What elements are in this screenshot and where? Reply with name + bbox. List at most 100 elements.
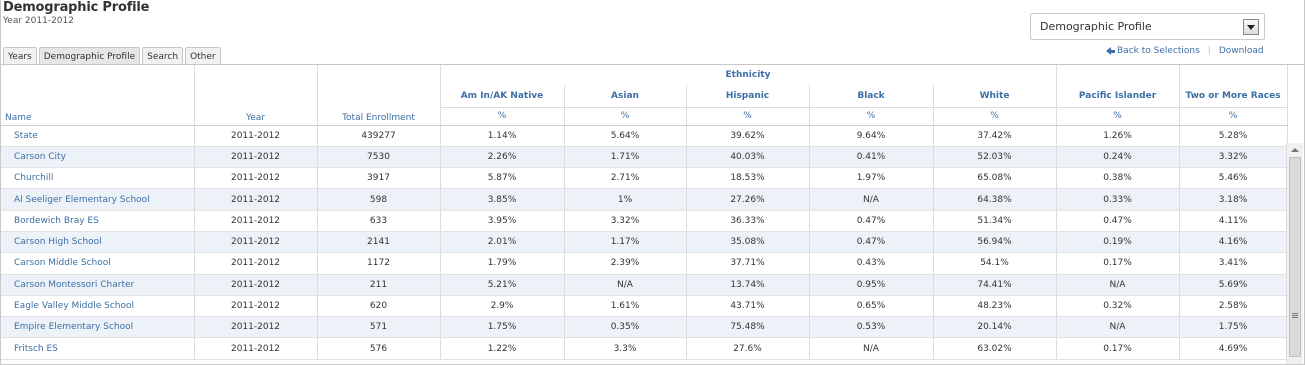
row-percent-value: 2.01% xyxy=(440,231,565,254)
tab-search[interactable]: Search xyxy=(142,47,184,65)
vertical-scrollbar[interactable] xyxy=(1286,143,1303,364)
profile-dropdown[interactable]: Demographic Profile xyxy=(1030,13,1265,40)
col-header-ethnicity[interactable]: Am In/AK Native xyxy=(440,85,565,107)
col-header-ethnicity[interactable]: Asian xyxy=(564,85,687,107)
row-name-link[interactable]: Bordewich Bray ES xyxy=(1,210,195,232)
col-header-ethnicity[interactable]: White xyxy=(933,85,1057,107)
row-percent-value: 2.9% xyxy=(440,295,565,318)
table-row[interactable]: Churchill 2011-2012 3917 5.87% 2.71% 18.53% 1.… xyxy=(1,167,1288,190)
table-row[interactable]: Fritsch ES 2011-2012 576 1.22% 3.3% 27.6% N/A 6… xyxy=(1,337,1288,360)
row-percent-value: 48.23% xyxy=(933,295,1057,318)
row-enrollment: 439277 xyxy=(317,125,441,147)
row-percent-value: 18.53% xyxy=(686,167,810,190)
row-year: 2011-2012 xyxy=(194,316,318,339)
col-header-enrollment[interactable]: Total Enrollment xyxy=(317,65,441,126)
row-name-link[interactable]: Carson City xyxy=(1,146,195,169)
data-table-container: Name Year Total Enrollment Ethnicity Am … xyxy=(1,64,1304,364)
table-row[interactable]: Carson High School 2011-2012 2141 2.01% 1.17… xyxy=(1,231,1288,254)
row-name-link[interactable]: Carson High School xyxy=(1,231,195,254)
row-percent-value: 0.65% xyxy=(809,295,934,318)
row-percent-value: 3.18% xyxy=(1179,188,1288,211)
table-row[interactable]: State 2011-2012 439277 1.14% 5.64% 39.62% 9.64… xyxy=(1,125,1288,147)
group-header-ethnicity: Ethnicity xyxy=(440,65,1057,85)
table-row[interactable]: Empire Elementary School 2011-2012 571 1.75… xyxy=(1,316,1288,339)
row-name-link[interactable]: Empire Elementary School xyxy=(1,316,195,339)
row-percent-value: 1.17% xyxy=(564,231,687,254)
page-title: Demographic Profile xyxy=(3,0,150,15)
row-percent-value: 37.71% xyxy=(686,252,810,275)
scroll-up-icon[interactable] xyxy=(1291,148,1299,152)
col-header-year[interactable]: Year xyxy=(194,65,318,126)
row-percent-value: 2.39% xyxy=(564,252,687,275)
chevron-down-icon[interactable] xyxy=(1243,19,1259,35)
tab-bar: Years Demographic Profile Search Other xyxy=(3,47,221,65)
table-row[interactable]: Eagle Valley Middle School 2011-2012 620 2.… xyxy=(1,295,1288,318)
row-year: 2011-2012 xyxy=(194,188,318,211)
table-row[interactable]: Al Seeliger Elementary School 2011-2012 59… xyxy=(1,188,1288,211)
row-percent-value: 0.19% xyxy=(1056,231,1180,254)
row-year: 2011-2012 xyxy=(194,146,318,169)
row-percent-value: 9.64% xyxy=(809,125,934,147)
table-row[interactable]: Carson Montessori Charter 2011-2012 211 5.2… xyxy=(1,274,1288,296)
col-header-percent: % xyxy=(933,106,1057,126)
row-percent-value: 3.85% xyxy=(440,188,565,211)
row-percent-value: 2.58% xyxy=(1179,295,1288,318)
table-row[interactable]: Bordewich Bray ES 2011-2012 633 3.95% 3.32% 3… xyxy=(1,210,1288,232)
row-percent-value: 0.32% xyxy=(1056,295,1180,318)
row-percent-value: 0.47% xyxy=(1056,210,1180,232)
back-arrow-icon xyxy=(1106,47,1115,55)
row-percent-value: 1.79% xyxy=(440,252,565,275)
row-name-link[interactable]: Carson Middle School xyxy=(1,252,195,275)
back-to-selections-link[interactable]: Back to Selections xyxy=(1117,46,1200,56)
row-name-link[interactable]: Al Seeliger Elementary School xyxy=(1,188,195,211)
row-percent-value: 5.28% xyxy=(1179,125,1288,147)
row-percent-value: 0.95% xyxy=(809,274,934,296)
row-percent-value: 0.47% xyxy=(809,210,934,232)
row-year: 2011-2012 xyxy=(194,274,318,296)
row-percent-value: 1.22% xyxy=(440,337,565,360)
row-percent-value: 1.61% xyxy=(564,295,687,318)
row-percent-value: 0.53% xyxy=(809,316,934,339)
row-percent-value: 5.46% xyxy=(1179,167,1288,190)
download-link[interactable]: Download xyxy=(1219,46,1264,56)
row-name-link[interactable]: Churchill xyxy=(1,167,195,190)
row-percent-value: 0.24% xyxy=(1056,146,1180,169)
row-percent-value: 0.47% xyxy=(809,231,934,254)
row-year: 2011-2012 xyxy=(194,125,318,147)
row-year: 2011-2012 xyxy=(194,252,318,275)
row-name-link[interactable]: Fritsch ES xyxy=(1,337,195,360)
row-percent-value: 0.35% xyxy=(564,316,687,339)
tab-other[interactable]: Other xyxy=(185,47,221,65)
tab-demographic-profile[interactable]: Demographic Profile xyxy=(38,47,141,65)
row-year: 2011-2012 xyxy=(194,231,318,254)
col-header-percent: % xyxy=(1179,106,1288,126)
row-name-link[interactable]: Eagle Valley Middle School xyxy=(1,295,195,318)
row-year: 2011-2012 xyxy=(194,337,318,360)
row-enrollment: 598 xyxy=(317,188,441,211)
row-percent-value: N/A xyxy=(809,188,934,211)
col-header-name[interactable]: Name xyxy=(1,65,195,126)
scrollbar-thumb[interactable] xyxy=(1289,157,1301,357)
row-percent-value: 1.26% xyxy=(1056,125,1180,147)
row-percent-value: 4.69% xyxy=(1179,337,1288,360)
table-row[interactable]: Carson City 2011-2012 7530 2.26% 1.71% 40.03%… xyxy=(1,146,1288,169)
row-percent-value: 5.87% xyxy=(440,167,565,190)
col-header-percent: % xyxy=(809,106,934,126)
col-header-ethnicity[interactable]: Black xyxy=(809,85,934,107)
row-percent-value: 1.97% xyxy=(809,167,934,190)
row-percent-value: 0.41% xyxy=(809,146,934,169)
col-header-ethnicity[interactable]: Hispanic xyxy=(686,85,810,107)
row-percent-value: 36.33% xyxy=(686,210,810,232)
row-percent-value: 0.43% xyxy=(809,252,934,275)
table-row[interactable]: Carson Middle School 2011-2012 1172 1.79% 2.… xyxy=(1,252,1288,275)
row-percent-value: 2.26% xyxy=(440,146,565,169)
row-percent-value: 43.71% xyxy=(686,295,810,318)
row-name-link[interactable]: State xyxy=(1,125,195,147)
col-header-ethnicity[interactable]: Pacific Islander xyxy=(1056,85,1180,107)
col-header-ethnicity[interactable]: Two or More Races xyxy=(1179,85,1288,107)
row-enrollment: 576 xyxy=(317,337,441,360)
row-percent-value: 56.94% xyxy=(933,231,1057,254)
tab-years[interactable]: Years xyxy=(3,47,37,65)
page-subtitle: Year 2011-2012 xyxy=(3,16,74,26)
row-name-link[interactable]: Carson Montessori Charter xyxy=(1,274,195,296)
